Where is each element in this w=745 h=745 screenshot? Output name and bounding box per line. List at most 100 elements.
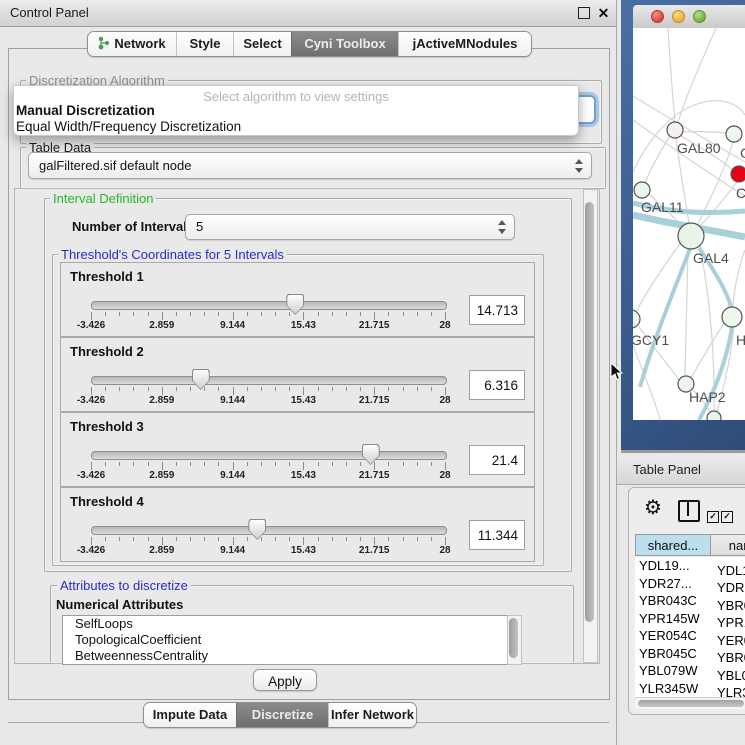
threshold-value-field[interactable]: 21.4 — [469, 445, 525, 475]
checkbox-icon[interactable]: ✓ — [721, 511, 733, 523]
slider-tick — [204, 462, 205, 466]
table-cell[interactable]: YDL19... — [635, 557, 713, 575]
gear-icon[interactable]: ⚙ — [644, 498, 662, 518]
network-node-node-right-top[interactable] — [726, 126, 742, 142]
algorithm-option-manual[interactable]: Manual Discretization — [16, 103, 576, 119]
threshold-label: Threshold 3 — [70, 419, 144, 434]
slider-tick-label: 9.144 — [203, 470, 263, 481]
list-item[interactable]: BetweennessCentrality — [63, 648, 509, 664]
scrollbar-thumb[interactable] — [638, 700, 744, 707]
slider-thumb[interactable] — [362, 444, 380, 465]
network-view-window[interactable]: GAL80GACGAL11GAL4GCY1HHAP2 — [621, 0, 745, 450]
tab-cyni-toolbox[interactable]: Cyni Toolbox — [291, 32, 398, 56]
network-edge-highlighted — [640, 249, 690, 387]
table-row[interactable]: YDL19...YDL1 — [635, 557, 745, 575]
zoom-traffic-light-icon[interactable] — [693, 10, 706, 23]
table-row[interactable]: YPR145WYPR1 — [635, 610, 745, 628]
table-row[interactable]: YLR345WYLR3 — [635, 680, 745, 698]
network-node-GCY1[interactable] — [633, 310, 640, 328]
slider-track[interactable] — [91, 526, 447, 535]
slider-track[interactable] — [91, 376, 447, 385]
slider-tick — [261, 387, 262, 391]
checkbox-icon[interactable]: ✓ — [707, 511, 719, 523]
network-window-titlebar[interactable] — [633, 5, 745, 29]
network-node-node-selected-red[interactable] — [731, 166, 745, 182]
scrollbar-thumb[interactable] — [509, 618, 518, 658]
table-cell[interactable]: YBL079W — [635, 662, 713, 680]
table-horizontal-scrollbar[interactable] — [635, 697, 745, 709]
table-row[interactable]: YER054CYER0 — [635, 627, 745, 645]
table-cell[interactable]: YPR145W — [635, 610, 713, 628]
table-cell[interactable]: YLR345W — [635, 680, 713, 698]
slider-tick — [332, 537, 333, 541]
float-window-icon[interactable] — [578, 7, 590, 19]
tab-infer-network[interactable]: Infer Network — [328, 703, 416, 727]
threshold-value-field[interactable]: 14.713 — [469, 295, 525, 325]
close-traffic-light-icon[interactable] — [651, 10, 664, 23]
slider-tick — [374, 312, 375, 320]
tab-network[interactable]: Network — [88, 32, 176, 56]
list-item[interactable]: TopologicalCoefficient — [63, 632, 509, 648]
minimize-traffic-light-icon[interactable] — [672, 10, 685, 23]
slider-tick — [403, 387, 404, 391]
column-header-shared-name[interactable]: shared... — [635, 534, 711, 556]
slider-tick — [91, 312, 92, 320]
table-cell[interactable]: YBR043C — [635, 592, 713, 610]
table-cell[interactable]: YDR27... — [635, 575, 713, 593]
tab-cyni-toolbox-label: Cyni Toolbox — [304, 36, 385, 51]
slider-tick — [303, 537, 304, 545]
network-node-node-right-mid[interactable] — [722, 307, 742, 327]
network-node-GAL4[interactable] — [678, 223, 704, 249]
slider-tick — [261, 462, 262, 466]
slider-track[interactable] — [91, 301, 447, 310]
slider-tick — [176, 537, 177, 541]
slider-tick — [374, 462, 375, 470]
scrollbar-thumb[interactable] — [585, 202, 594, 622]
network-node-GAL80[interactable] — [667, 122, 683, 138]
network-canvas[interactable]: GAL80GACGAL11GAL4GCY1HHAP2 — [633, 28, 745, 420]
network-node-node-bottom[interactable] — [707, 411, 721, 420]
table-row[interactable]: YBR043CYBR0 — [635, 592, 745, 610]
numerical-attributes-list[interactable]: SelfLoopsTopologicalCoefficientBetweenne… — [62, 615, 510, 665]
slider-tick — [417, 312, 418, 316]
slider-tick — [119, 537, 120, 541]
table-cell[interactable]: YBR045C — [635, 645, 713, 663]
table-cell[interactable]: YER054C — [635, 627, 713, 645]
table-data-combobox[interactable]: galFiltered.sif default node — [28, 152, 592, 179]
attributes-list-scrollbar[interactable] — [507, 615, 522, 665]
tab-impute-data[interactable]: Impute Data — [144, 703, 236, 727]
tab-style[interactable]: Style — [176, 32, 233, 56]
table-cell[interactable]: YLR3 — [713, 684, 745, 698]
tab-jactivemnodules[interactable]: jActiveMNodules — [398, 32, 531, 56]
table-row[interactable]: YBR045CYBR0 — [635, 645, 745, 663]
network-node-GAL11[interactable] — [634, 182, 650, 198]
number-of-intervals-combobox[interactable]: 5 — [185, 214, 515, 240]
columns-icon[interactable] — [678, 500, 700, 522]
slider-tick — [388, 312, 389, 316]
slider-tick — [431, 312, 432, 316]
settings-vertical-scrollbar[interactable] — [583, 189, 598, 663]
table-row[interactable]: YDR27...YDR2 — [635, 575, 745, 593]
slider-thumb[interactable] — [192, 369, 210, 390]
slider-tick — [318, 462, 319, 466]
algorithm-dropdown-popup: Select algorithm to view settings Manual… — [13, 85, 579, 136]
table-row[interactable]: YBL079WYBL0 — [635, 662, 745, 680]
list-item[interactable]: SelfLoops — [63, 616, 509, 632]
column-header-name[interactable]: name — [710, 534, 745, 556]
close-icon[interactable]: ✕ — [597, 7, 610, 20]
slider-tick — [289, 387, 290, 391]
slider-thumb[interactable] — [248, 519, 266, 540]
tab-select[interactable]: Select — [233, 32, 291, 56]
threshold-value-field[interactable]: 6.316 — [469, 370, 525, 400]
combo-spinner-icon — [574, 159, 583, 173]
threshold-value-field[interactable]: 11.344 — [469, 520, 525, 550]
tab-discretize-data[interactable]: Discretize Data — [236, 703, 328, 727]
algorithm-option-equal-width[interactable]: Equal Width/Frequency Discretization — [16, 119, 576, 135]
apply-button[interactable]: Apply — [253, 669, 317, 691]
table-panel-title: Table Panel — [633, 462, 701, 477]
table-header-row: shared... name — [635, 534, 745, 556]
table-rows[interactable]: YDL19...YDL1YDR27...YDR2YBR043CYBR0YPR14… — [635, 557, 745, 698]
slider-track[interactable] — [91, 451, 447, 460]
slider-tick — [289, 462, 290, 466]
slider-tick — [431, 462, 432, 466]
